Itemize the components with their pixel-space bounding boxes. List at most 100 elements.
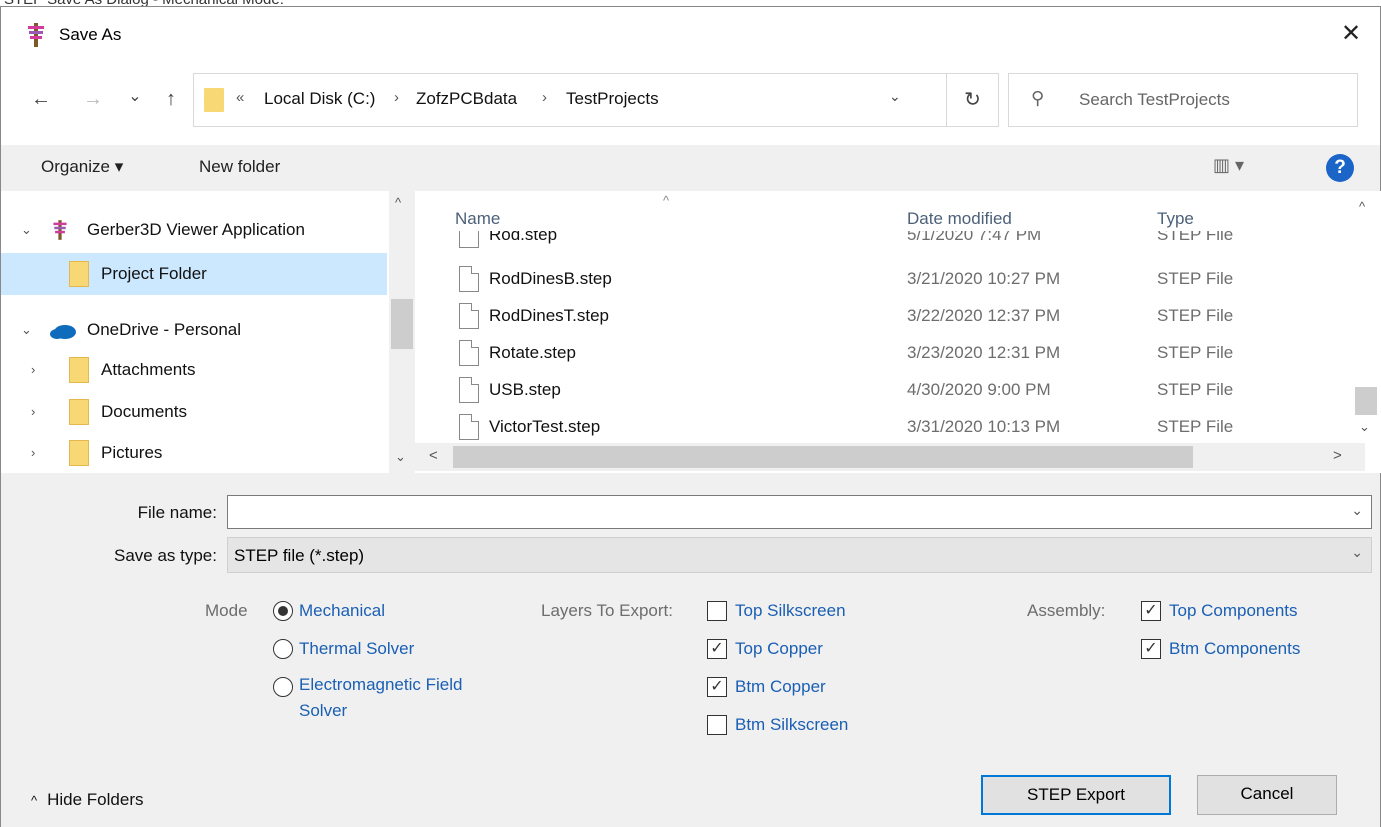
- top-silkscreen-checkbox[interactable]: [707, 601, 727, 621]
- scroll-thumb[interactable]: [453, 446, 1193, 468]
- close-icon[interactable]: ✕: [1336, 19, 1366, 49]
- chevron-right-icon[interactable]: ›: [31, 349, 35, 391]
- app-icon: [53, 220, 67, 240]
- sidebar-item-gerber3d[interactable]: ⌄ Gerber3D Viewer Application: [1, 209, 387, 251]
- chevron-right-icon[interactable]: ›: [31, 432, 35, 474]
- sidebar-item-attachments[interactable]: › Attachments: [1, 349, 387, 391]
- chevron-down-icon[interactable]: ⌄: [1351, 502, 1363, 519]
- new-folder-button[interactable]: New folder: [199, 157, 280, 177]
- mode-mechanical-radio[interactable]: [273, 601, 293, 621]
- column-header-type[interactable]: Type: [1157, 209, 1194, 229]
- sidebar-scrollbar[interactable]: ^ ⌄: [389, 191, 415, 473]
- scroll-up-icon[interactable]: ^: [395, 195, 401, 210]
- column-header-name[interactable]: Name: [455, 209, 500, 229]
- scroll-thumb[interactable]: [1355, 387, 1377, 415]
- navigation-pane: ⌄ Gerber3D Viewer Application Project Fo…: [1, 191, 415, 473]
- chevron-down-icon[interactable]: ⌄: [21, 209, 32, 251]
- search-input[interactable]: ⚲ Search TestProjects: [1008, 73, 1358, 127]
- help-icon[interactable]: ?: [1326, 154, 1354, 182]
- mode-thermal-label[interactable]: Thermal Solver: [299, 639, 414, 659]
- top-copper-checkbox[interactable]: ✓: [707, 639, 727, 659]
- breadcrumb-testprojects[interactable]: TestProjects: [566, 89, 659, 109]
- table-row[interactable]: VictorTest.step 3/31/2020 10:13 PM STEP …: [415, 409, 1345, 441]
- top-components-label[interactable]: Top Components: [1169, 601, 1298, 621]
- chevron-right-icon[interactable]: ›: [31, 391, 35, 433]
- address-dropdown-icon[interactable]: ⌄: [889, 88, 901, 105]
- chevron-down-icon[interactable]: ⌄: [21, 309, 32, 351]
- column-header-date[interactable]: Date modified: [907, 209, 1012, 229]
- up-arrow-icon[interactable]: ↑: [159, 87, 183, 111]
- search-placeholder: Search TestProjects: [1079, 90, 1230, 109]
- file-name: Rod.step: [489, 231, 558, 244]
- file-icon: [459, 303, 479, 329]
- chevron-down-icon[interactable]: ⌄: [1351, 544, 1363, 561]
- breadcrumb-separator-icon[interactable]: ›: [542, 89, 547, 106]
- file-name: RodDinesT.step: [489, 306, 610, 325]
- cancel-button[interactable]: Cancel: [1197, 775, 1337, 815]
- file-type: STEP File: [1157, 269, 1234, 288]
- hide-folders-button[interactable]: ^ Hide Folders: [31, 790, 143, 810]
- dialog-title: Save As: [59, 25, 122, 44]
- recent-locations-icon[interactable]: ⌄: [123, 85, 147, 109]
- forward-arrow-icon[interactable]: →: [81, 87, 105, 111]
- file-date: 4/30/2020 9:00 PM: [907, 380, 1051, 399]
- sidebar-item-label: Project Folder: [101, 264, 207, 283]
- file-list-scrollbar[interactable]: ^ ⌄: [1353, 191, 1379, 443]
- btm-silkscreen-label[interactable]: Btm Silkscreen: [735, 715, 848, 735]
- mode-em-field-radio[interactable]: [273, 677, 293, 697]
- file-date: 3/23/2020 12:31 PM: [907, 343, 1061, 362]
- file-rows: Rod.step 5/1/2020 7:47 PM STEP File RodD…: [415, 231, 1355, 441]
- file-name-field[interactable]: ⌄: [227, 495, 1372, 529]
- save-type-select[interactable]: STEP file (*.step) ⌄: [227, 537, 1372, 573]
- overflow-icon[interactable]: «: [236, 89, 244, 106]
- file-type: STEP File: [1157, 231, 1234, 244]
- sidebar-item-onedrive[interactable]: ⌄ OneDrive - Personal: [1, 309, 387, 351]
- folder-icon: [204, 88, 224, 112]
- table-row[interactable]: Rotate.step 3/23/2020 12:31 PM STEP File: [415, 335, 1345, 373]
- title-bar: Save As ✕: [1, 7, 1380, 59]
- sidebar-item-project-folder[interactable]: Project Folder: [1, 253, 387, 295]
- file-date: 3/22/2020 12:37 PM: [907, 306, 1061, 325]
- address-bar[interactable]: « Local Disk (C:) › ZofzPCBdata › TestPr…: [193, 73, 947, 127]
- mode-thermal-radio[interactable]: [273, 639, 293, 659]
- top-silkscreen-label[interactable]: Top Silkscreen: [735, 601, 846, 621]
- breadcrumb-local-disk[interactable]: Local Disk (C:): [264, 89, 375, 109]
- scroll-down-icon[interactable]: ⌄: [395, 449, 406, 465]
- back-arrow-icon[interactable]: ←: [29, 87, 53, 111]
- file-icon: [459, 340, 479, 366]
- breadcrumb-zofzpcbdata[interactable]: ZofzPCBdata: [416, 89, 517, 109]
- scroll-left-icon[interactable]: <: [429, 447, 438, 464]
- mode-label: Mode: [205, 601, 248, 620]
- sidebar-item-pictures[interactable]: › Pictures: [1, 432, 387, 474]
- view-options-icon[interactable]: ▥ ▾: [1213, 155, 1244, 176]
- top-components-checkbox[interactable]: ✓: [1141, 601, 1161, 621]
- sidebar-item-documents[interactable]: › Documents: [1, 391, 387, 433]
- table-row[interactable]: RodDinesB.step 3/21/2020 10:27 PM STEP F…: [415, 261, 1345, 299]
- search-icon: ⚲: [1031, 88, 1045, 108]
- file-list-hscrollbar[interactable]: < >: [415, 443, 1365, 471]
- sort-ascending-icon: ^: [663, 193, 670, 208]
- table-row[interactable]: USB.step 4/30/2020 9:00 PM STEP File: [415, 372, 1345, 410]
- btm-components-label[interactable]: Btm Components: [1169, 639, 1300, 659]
- mode-em-field-label-line2[interactable]: Solver: [299, 701, 347, 721]
- file-name: VictorTest.step: [489, 417, 601, 436]
- btm-copper-label[interactable]: Btm Copper: [735, 677, 826, 697]
- scroll-thumb[interactable]: [391, 299, 413, 349]
- refresh-icon[interactable]: ↻: [947, 73, 999, 127]
- scroll-up-icon[interactable]: ^: [1359, 199, 1365, 214]
- file-type: STEP File: [1157, 343, 1234, 362]
- table-row[interactable]: RodDinesT.step 3/22/2020 12:37 PM STEP F…: [415, 298, 1345, 336]
- mode-mechanical-label[interactable]: Mechanical: [299, 601, 385, 621]
- file-icon: [459, 231, 479, 248]
- scroll-right-icon[interactable]: >: [1333, 447, 1342, 464]
- breadcrumb-separator-icon[interactable]: ›: [394, 89, 399, 106]
- btm-components-checkbox[interactable]: ✓: [1141, 639, 1161, 659]
- top-copper-label[interactable]: Top Copper: [735, 639, 823, 659]
- organize-button[interactable]: Organize ▾: [41, 157, 123, 177]
- btm-silkscreen-checkbox[interactable]: [707, 715, 727, 735]
- step-export-button[interactable]: STEP Export: [981, 775, 1171, 815]
- scroll-down-icon[interactable]: ⌄: [1359, 419, 1370, 435]
- btm-copper-checkbox[interactable]: ✓: [707, 677, 727, 697]
- mode-em-field-label[interactable]: Electromagnetic Field: [299, 675, 462, 695]
- table-row[interactable]: Rod.step 5/1/2020 7:47 PM STEP File: [415, 231, 1345, 255]
